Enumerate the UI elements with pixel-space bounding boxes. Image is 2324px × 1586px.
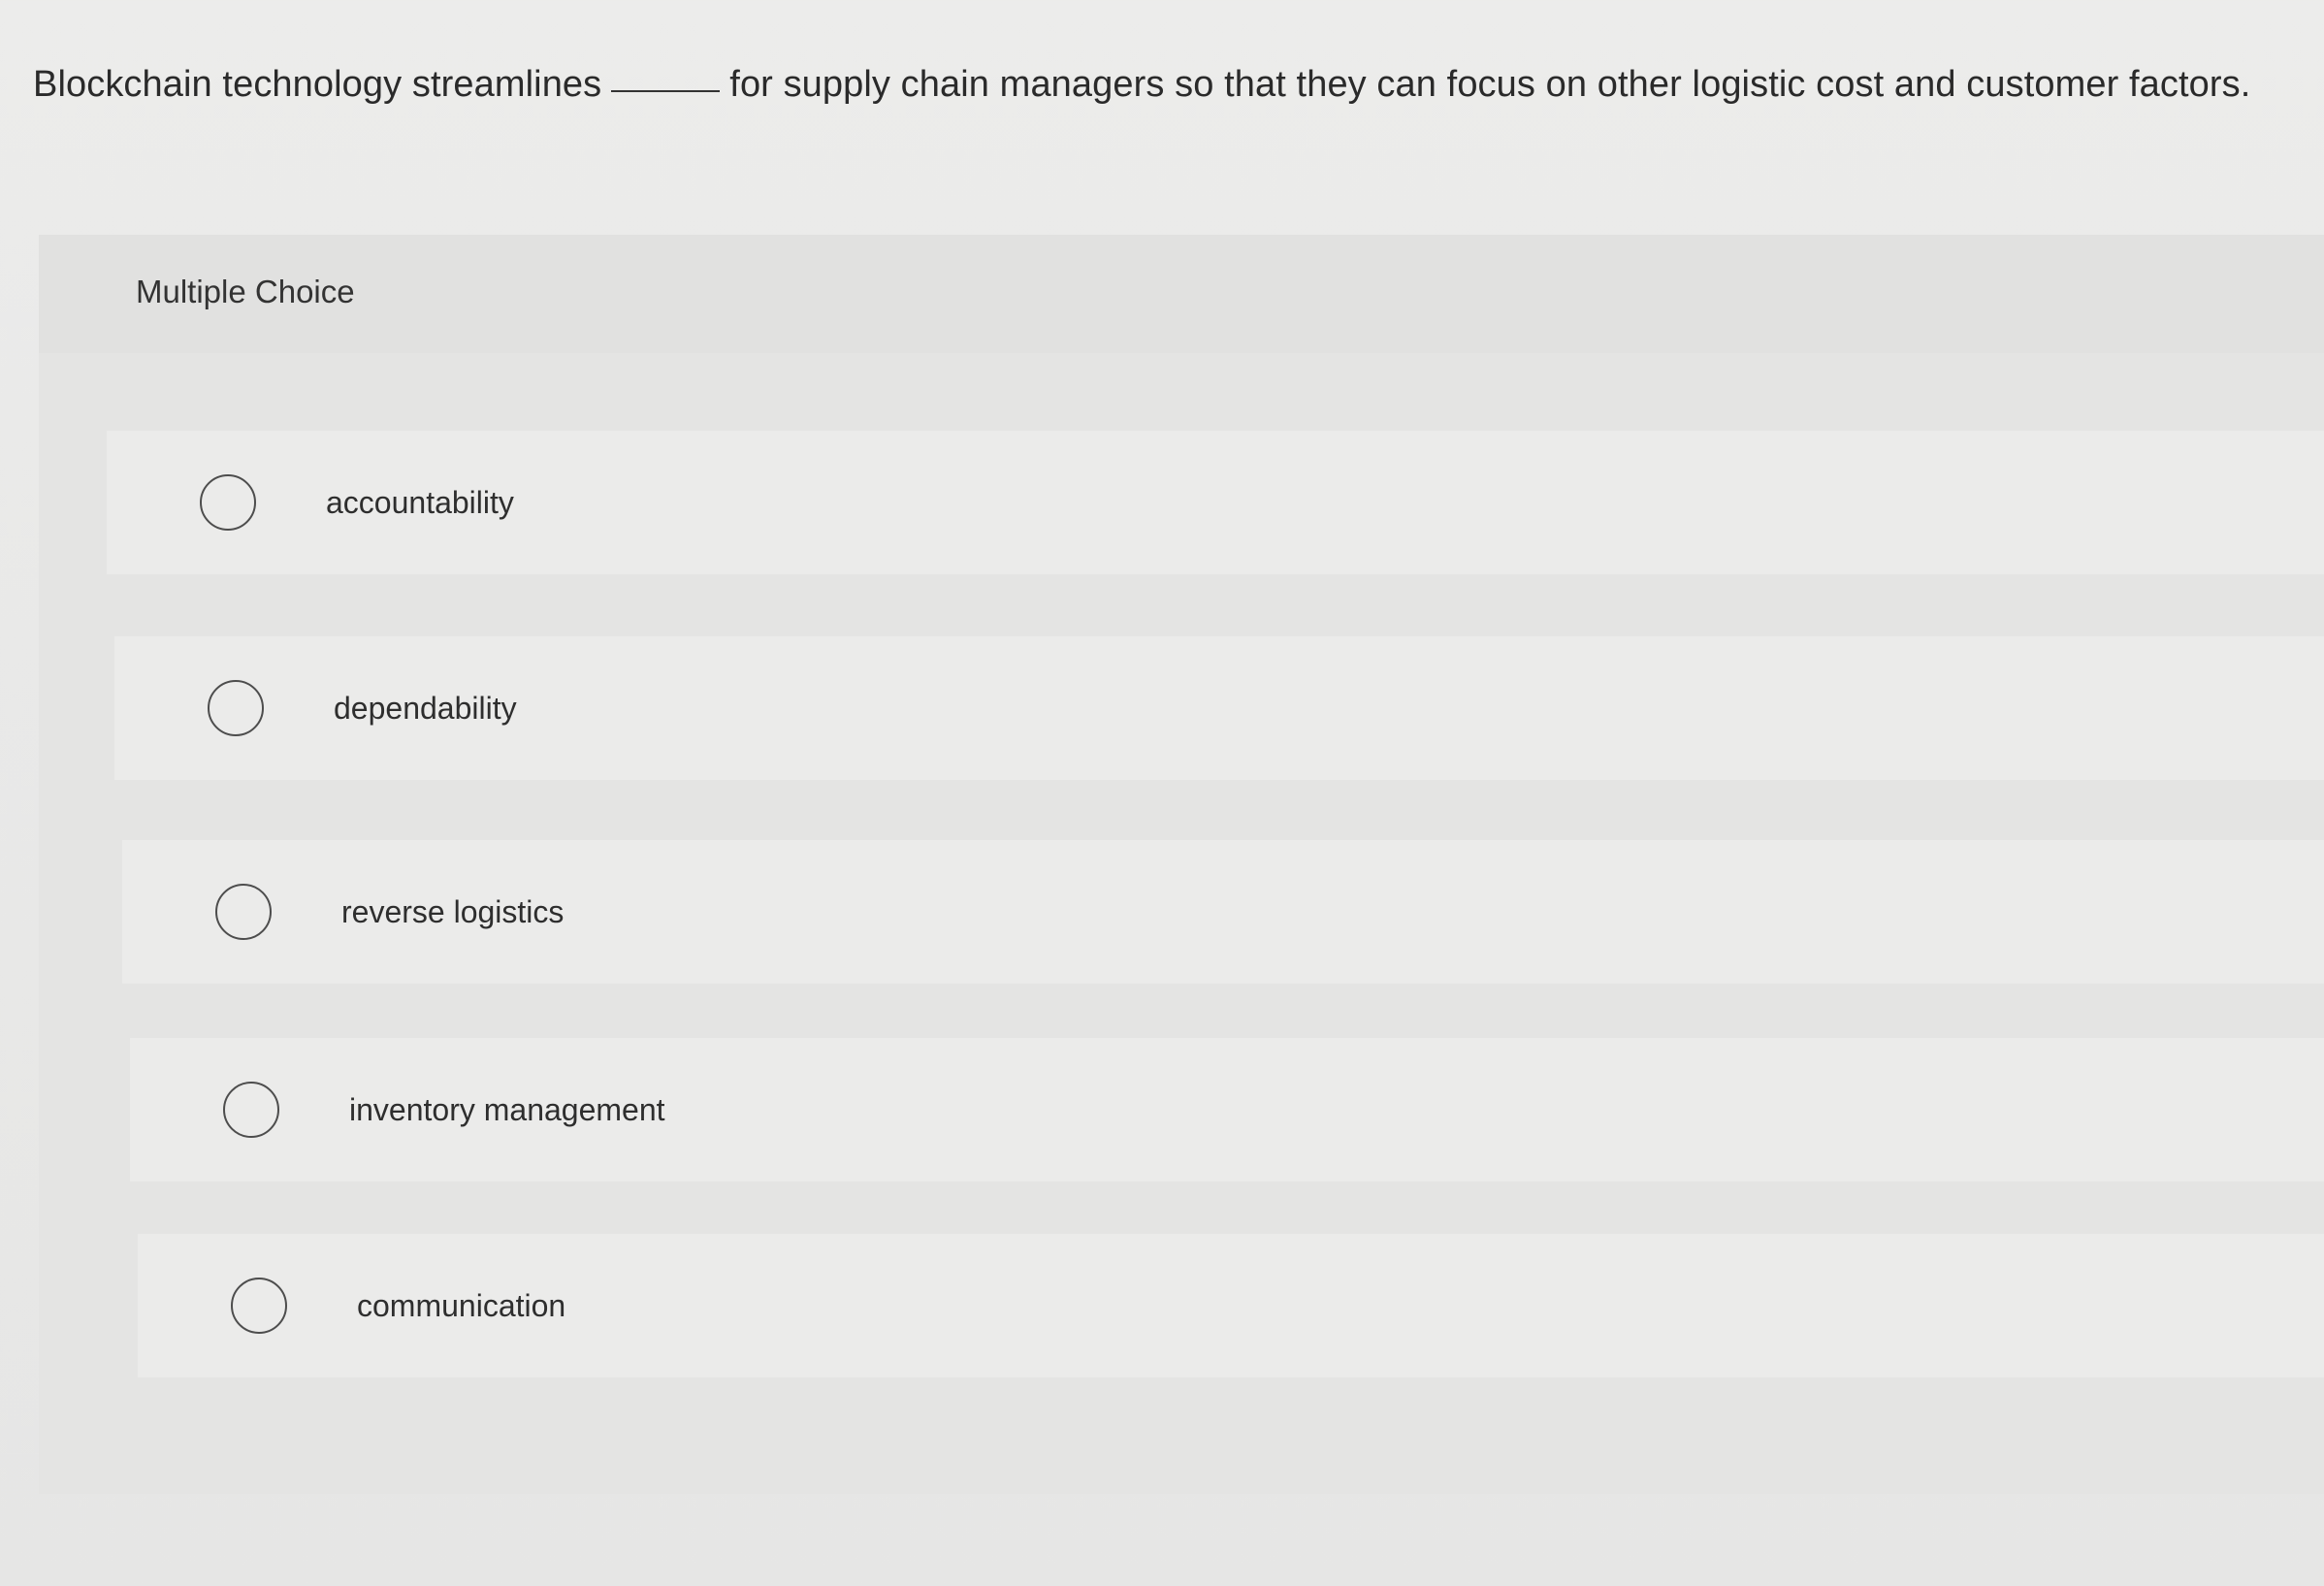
multiple-choice-title: Multiple Choice	[136, 274, 355, 309]
answer-blank	[611, 90, 721, 92]
radio-circle-icon[interactable]	[215, 884, 272, 940]
option-accountability[interactable]: accountability	[107, 431, 2324, 574]
question-prompt: Blockchain technology streamlines for sup…	[33, 64, 2250, 106]
radio-circle-icon[interactable]	[223, 1082, 279, 1138]
option-label: dependability	[334, 690, 517, 726]
question-text-after-blank: for supply chain managers so that they c…	[729, 64, 2251, 105]
option-label: inventory management	[349, 1091, 665, 1127]
option-dependability[interactable]: dependability	[114, 636, 2324, 780]
radio-circle-icon[interactable]	[208, 680, 264, 736]
option-reverse-logistics[interactable]: reverse logistics	[122, 840, 2324, 984]
option-label: communication	[357, 1287, 566, 1323]
option-inventory-management[interactable]: inventory management	[130, 1038, 2324, 1181]
radio-circle-icon[interactable]	[231, 1278, 287, 1334]
radio-circle-icon[interactable]	[200, 474, 256, 531]
option-label: accountability	[326, 484, 514, 520]
option-label: reverse logistics	[341, 893, 565, 929]
question-text-before-blank: Blockchain technology streamlines	[33, 64, 602, 105]
option-communication[interactable]: communication	[138, 1234, 2324, 1377]
multiple-choice-panel: Multiple Choice accountability dependabi…	[39, 235, 2324, 1494]
multiple-choice-header: Multiple Choice	[39, 235, 2324, 353]
